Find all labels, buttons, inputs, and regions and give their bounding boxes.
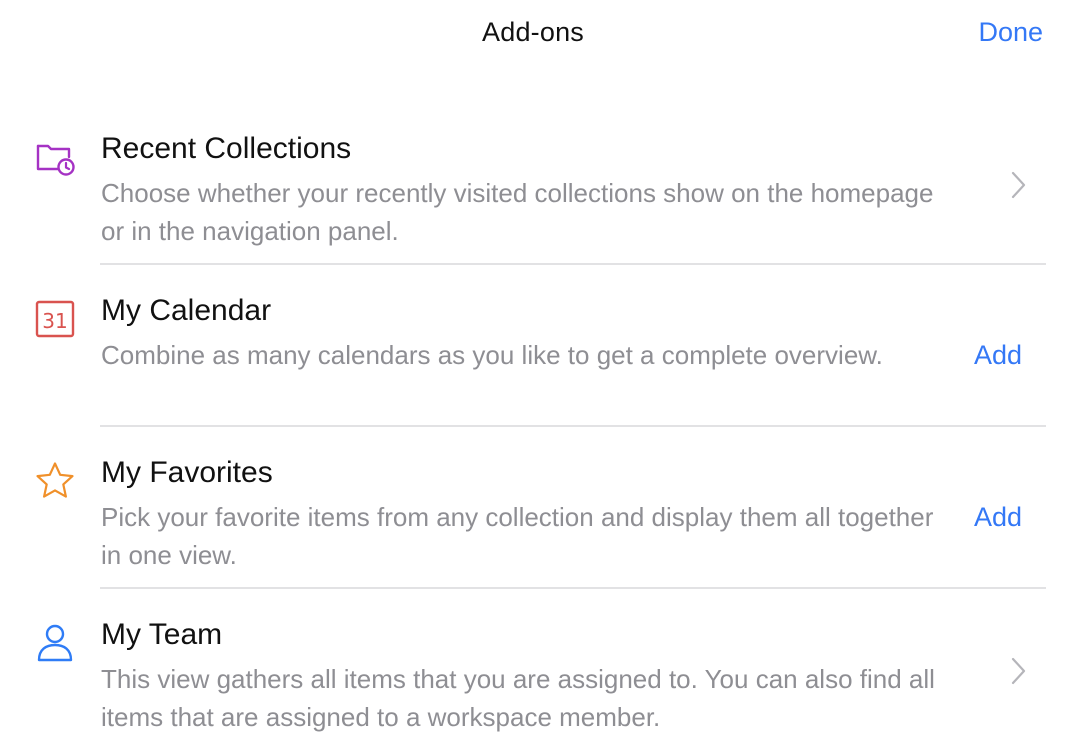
add-ons-list: Recent Collections Choose whether your r… (0, 130, 1066, 750)
add-favorites-button[interactable]: Add (974, 502, 1022, 533)
done-button[interactable]: Done (978, 17, 1043, 48)
list-item-title: My Favorites (101, 456, 273, 489)
list-item-my-favorites: My Favorites Pick your favorite items fr… (0, 454, 1066, 616)
add-ons-sheet: Add-ons Done Recent Collections Choose w… (0, 0, 1066, 750)
list-item-title: My Team (101, 618, 223, 651)
list-item-title: Recent Collections (101, 132, 352, 165)
list-item-description: This view gathers all items that you are… (101, 664, 935, 732)
chevron-right-icon[interactable] (1008, 656, 1028, 686)
calendar-icon-number: 31 (42, 309, 67, 333)
divider (100, 425, 1046, 427)
list-item-title: My Calendar (101, 294, 272, 327)
divider (100, 263, 1046, 265)
add-calendar-button[interactable]: Add (974, 340, 1022, 371)
chevron-right-icon[interactable] (1008, 170, 1028, 200)
page-title: Add-ons (482, 17, 584, 47)
list-item-description: Pick your favorite items from any collec… (101, 502, 934, 570)
list-item-my-calendar: 31 My Calendar Combine as many calendars… (0, 292, 1066, 454)
list-item-description: Choose whether your recently visited col… (101, 178, 934, 246)
list-item-description: Combine as many calendars as you like to… (101, 340, 883, 370)
folder-clock-icon (34, 136, 76, 178)
calendar-icon: 31 (34, 298, 76, 340)
person-icon (34, 622, 76, 664)
list-item-my-team[interactable]: My Team This view gathers all items that… (0, 616, 1066, 750)
star-icon (34, 460, 76, 502)
divider (100, 587, 1046, 589)
navigation-bar: Add-ons Done (0, 0, 1066, 70)
list-item-recent-collections[interactable]: Recent Collections Choose whether your r… (0, 130, 1066, 292)
